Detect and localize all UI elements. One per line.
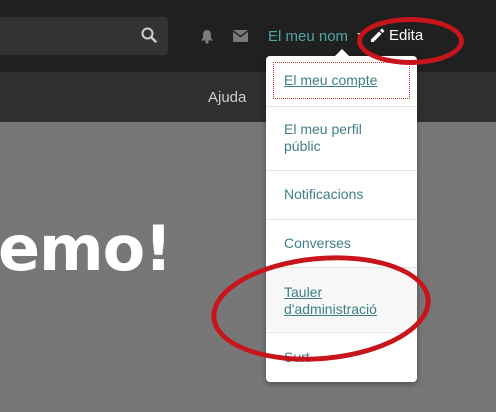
menu-item-notifications[interactable]: Notificacions — [266, 186, 417, 203]
nav-item-help[interactable]: Ajuda — [208, 89, 246, 106]
dropdown-arrow — [335, 49, 349, 56]
menu-item-conversations[interactable]: Converses — [266, 235, 417, 252]
menu-divider — [266, 106, 417, 107]
menu-divider — [266, 219, 417, 220]
nav-bar: Ajuda — [0, 72, 496, 122]
mail-icon[interactable] — [233, 30, 248, 42]
annotation-circle-edit — [357, 17, 464, 65]
user-menu-toggle[interactable]: El meu nom — [268, 28, 348, 45]
menu-item-my-account[interactable]: El meu compte — [266, 72, 417, 89]
menu-item-public-profile[interactable]: El meu perfil públic — [266, 121, 417, 155]
hero-heading: emo! — [0, 212, 173, 285]
search-icon[interactable] — [141, 27, 157, 43]
bell-icon[interactable] — [200, 29, 214, 44]
search-input[interactable] — [0, 17, 168, 55]
menu-divider — [266, 170, 417, 171]
